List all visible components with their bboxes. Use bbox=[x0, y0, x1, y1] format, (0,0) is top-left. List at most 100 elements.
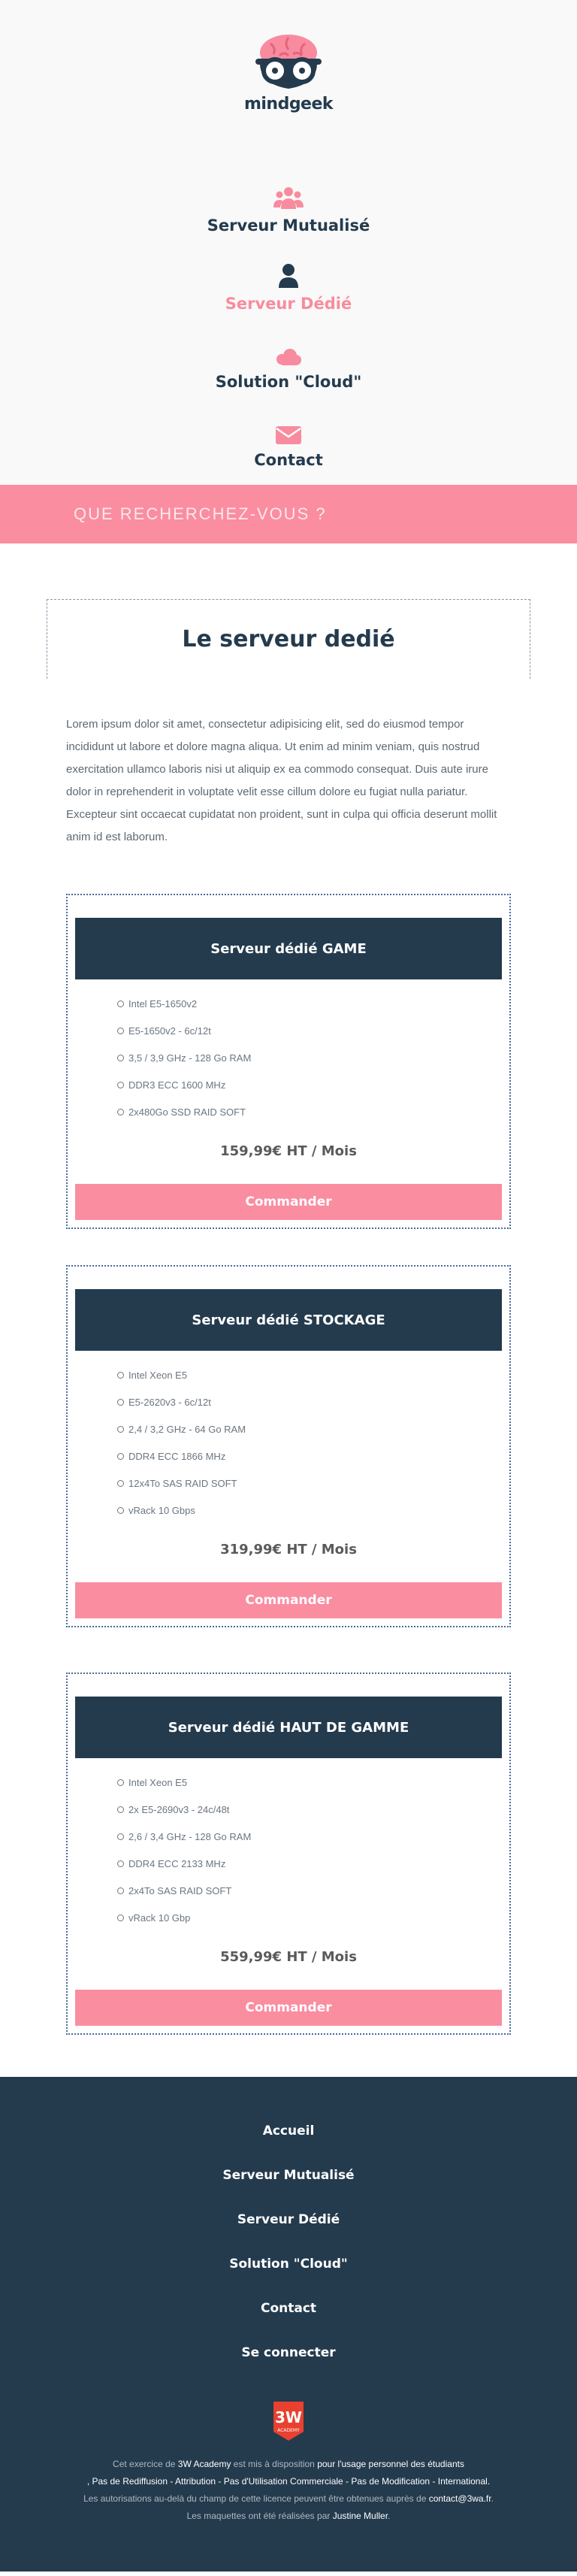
circle-bullet-icon bbox=[117, 1027, 124, 1034]
price: 159,99€ HT / Mois bbox=[220, 1143, 357, 1159]
search-band[interactable]: QUE RECHERCHEZ-VOUS ? bbox=[0, 485, 577, 543]
footer-link-serveur-dedie[interactable]: Serveur Dédié bbox=[0, 2212, 577, 2257]
footer-link-accueil[interactable]: Accueil bbox=[0, 2123, 577, 2168]
menu-item-serveur-mutualise[interactable]: Serveur Mutualisé bbox=[0, 180, 577, 259]
spec-item: 3,5 / 3,9 GHz - 128 Go RAM bbox=[117, 1044, 502, 1071]
logo-text: mindgeek bbox=[243, 95, 334, 114]
spec-text: DDR4 ECC 1866 MHz bbox=[128, 1450, 226, 1462]
circle-bullet-icon bbox=[117, 1054, 124, 1061]
users-icon bbox=[0, 180, 577, 210]
spec-item: vRack 10 Gbp bbox=[117, 1904, 502, 1931]
spec-list: Intel Xeon E5 2x E5-2690v3 - 24c/48t 2,6… bbox=[117, 1769, 502, 1931]
spec-text: 2x4To SAS RAID SOFT bbox=[128, 1884, 232, 1896]
spec-text: 2,4 / 3,2 GHz - 64 Go RAM bbox=[128, 1423, 246, 1435]
legal-text: . bbox=[388, 2511, 391, 2521]
menu-item-label: Serveur Mutualisé bbox=[207, 216, 370, 235]
offer-title: Serveur dédié STOCKAGE bbox=[75, 1289, 502, 1351]
legal-link-3w[interactable]: 3W Academy bbox=[178, 2459, 231, 2469]
footer-link-se-connecter[interactable]: Se connecter bbox=[0, 2345, 577, 2390]
spec-text: E5-2620v3 - 6c/12t bbox=[128, 1396, 211, 1408]
footer-link-serveur-mutualise[interactable]: Serveur Mutualisé bbox=[0, 2168, 577, 2212]
circle-bullet-icon bbox=[117, 1452, 124, 1460]
legal-line-permissions: Les autorisations au-delà du champ de ce… bbox=[0, 2490, 577, 2508]
spec-item: DDR4 ECC 1866 MHz bbox=[117, 1442, 502, 1470]
main-menu: Serveur Mutualisé Serveur Dédié Solution… bbox=[0, 180, 577, 493]
spec-item: 2x E5-2690v3 - 24c/48t bbox=[117, 1796, 502, 1823]
circle-bullet-icon bbox=[117, 1833, 124, 1840]
legal-text: Les autorisations au-delà du champ de ce… bbox=[83, 2493, 429, 2504]
offer-title: Serveur dédié GAME bbox=[75, 918, 502, 979]
legal-link-email[interactable]: contact@3wa.fr bbox=[429, 2493, 491, 2504]
circle-bullet-icon bbox=[117, 1081, 124, 1088]
spec-item: Intel Xeon E5 bbox=[117, 1769, 502, 1796]
circle-bullet-icon bbox=[117, 1371, 124, 1379]
legal-text: , Pas de Rediffusion - Attribution - Pas… bbox=[86, 2476, 491, 2487]
spec-text: 2x480Go SSD RAID SOFT bbox=[128, 1106, 246, 1118]
spec-item: 2x480Go SSD RAID SOFT bbox=[117, 1098, 502, 1125]
offer-card-game: Serveur dédié GAME Intel E5-1650v2 E5-16… bbox=[66, 894, 511, 1229]
logo[interactable]: mindgeek bbox=[0, 33, 577, 114]
spec-text: DDR3 ECC 1600 MHz bbox=[128, 1079, 226, 1091]
spec-text: 3,5 / 3,9 GHz - 128 Go RAM bbox=[128, 1052, 252, 1064]
menu-item-label: Solution "Cloud" bbox=[215, 373, 362, 391]
footer-link-solution-cloud[interactable]: Solution "Cloud" bbox=[0, 2257, 577, 2301]
spec-item: DDR3 ECC 1600 MHz bbox=[117, 1071, 502, 1098]
price: 559,99€ HT / Mois bbox=[220, 1949, 357, 1965]
spec-item: 2,6 / 3,4 GHz - 128 Go RAM bbox=[117, 1823, 502, 1850]
spec-text: 2,6 / 3,4 GHz - 128 Go RAM bbox=[128, 1830, 252, 1842]
legal-text: pour l'usage personnel des étudiants bbox=[317, 2459, 464, 2469]
menu-item-contact[interactable]: Contact bbox=[0, 415, 577, 493]
legal-text: est mis à disposition bbox=[231, 2459, 318, 2469]
legal-notice: Cet exercice de 3W Academy est mis à dis… bbox=[0, 2456, 577, 2525]
spec-item: E5-2620v3 - 6c/12t bbox=[117, 1388, 502, 1415]
legal-line-credits: Les maquettes ont été réalisées par Just… bbox=[0, 2508, 577, 2525]
legal-text: . bbox=[491, 2493, 494, 2504]
page-title-box: Le serveur dedié bbox=[47, 599, 530, 679]
menu-item-label: Serveur Dédié bbox=[225, 295, 352, 313]
envelope-icon bbox=[0, 415, 577, 445]
spec-text: Intel Xeon E5 bbox=[128, 1776, 188, 1788]
badge-line1: 3W bbox=[275, 2408, 302, 2426]
spec-item: Intel E5-1650v2 bbox=[117, 990, 502, 1017]
offer-title: Serveur dédié HAUT DE GAMME bbox=[75, 1697, 502, 1758]
spec-text: 12x4To SAS RAID SOFT bbox=[128, 1477, 237, 1489]
offer-card-haut-de-gamme: Serveur dédié HAUT DE GAMME Intel Xeon E… bbox=[66, 1672, 511, 2035]
search-label: QUE RECHERCHEZ-VOUS ? bbox=[74, 504, 327, 523]
spec-text: E5-1650v2 - 6c/12t bbox=[128, 1025, 211, 1037]
header: mindgeek Serveur Mutualisé Serveur Dédié… bbox=[0, 0, 577, 485]
menu-item-label: Contact bbox=[254, 451, 323, 469]
circle-bullet-icon bbox=[117, 1398, 124, 1406]
spec-item: Intel Xeon E5 bbox=[117, 1361, 502, 1388]
user-icon bbox=[0, 259, 577, 289]
circle-bullet-icon bbox=[117, 1108, 124, 1115]
circle-bullet-icon bbox=[117, 1860, 124, 1867]
brain-glasses-icon bbox=[255, 35, 322, 89]
menu-item-solution-cloud[interactable]: Solution "Cloud" bbox=[0, 337, 577, 415]
circle-bullet-icon bbox=[117, 1914, 124, 1921]
menu-item-serveur-dedie[interactable]: Serveur Dédié bbox=[0, 259, 577, 337]
order-button[interactable]: Commander bbox=[75, 1990, 502, 2026]
circle-bullet-icon bbox=[117, 1000, 124, 1007]
page-title: Le serveur dedié bbox=[182, 626, 395, 652]
legal-text: Les maquettes ont été réalisées par bbox=[186, 2511, 333, 2521]
spec-text: Intel E5-1650v2 bbox=[128, 997, 198, 1010]
legal-link-author[interactable]: Justine Muller bbox=[333, 2511, 388, 2521]
offer-card-stockage: Serveur dédié STOCKAGE Intel Xeon E5 E5-… bbox=[66, 1265, 511, 1627]
footer-link-contact[interactable]: Contact bbox=[0, 2301, 577, 2345]
circle-bullet-icon bbox=[117, 1778, 124, 1786]
badge-line2: ACADEMY bbox=[277, 2428, 300, 2433]
spec-text: Intel Xeon E5 bbox=[128, 1369, 188, 1381]
price: 319,99€ HT / Mois bbox=[220, 1542, 357, 1557]
footer-nav: Accueil Serveur Mutualisé Serveur Dédié … bbox=[0, 2123, 577, 2390]
intro-text: Lorem ipsum dolor sit amet, consectetur … bbox=[66, 718, 497, 843]
legal-line-license: Cet exercice de 3W Academy est mis à dis… bbox=[0, 2456, 577, 2490]
spec-text: DDR4 ECC 2133 MHz bbox=[128, 1857, 226, 1869]
circle-bullet-icon bbox=[117, 1506, 124, 1514]
spec-item: vRack 10 Gbps bbox=[117, 1497, 502, 1524]
circle-bullet-icon bbox=[117, 1806, 124, 1813]
order-button[interactable]: Commander bbox=[75, 1184, 502, 1220]
spec-item: 2x4To SAS RAID SOFT bbox=[117, 1877, 502, 1904]
order-button[interactable]: Commander bbox=[75, 1582, 502, 1618]
spec-item: 12x4To SAS RAID SOFT bbox=[117, 1470, 502, 1497]
spec-item: DDR4 ECC 2133 MHz bbox=[117, 1850, 502, 1877]
